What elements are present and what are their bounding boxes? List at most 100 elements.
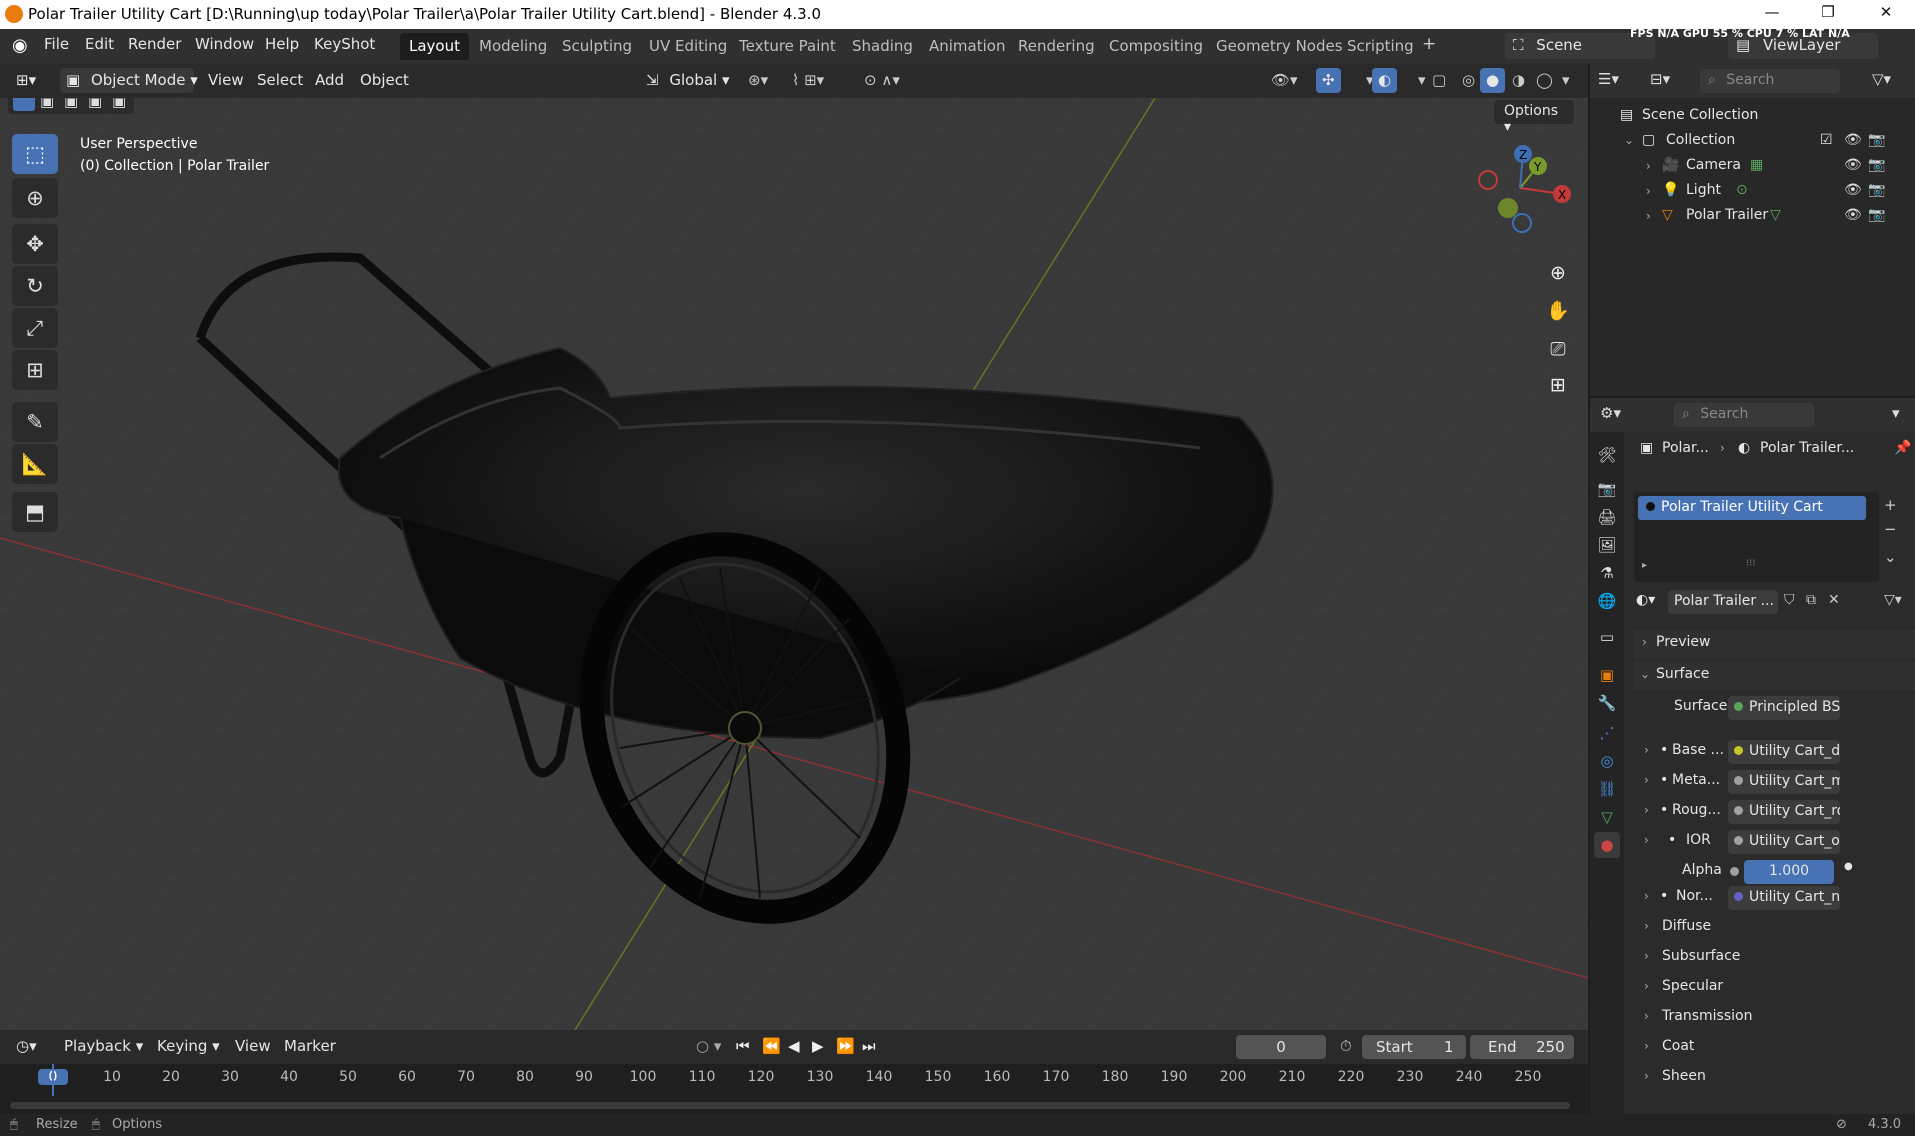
add-cube-tool-icon[interactable]: ⬒ xyxy=(12,492,58,532)
wireframe-shading-icon[interactable]: ◎ xyxy=(1456,68,1481,93)
shader-input-texture-field[interactable]: Utility Cart_dif... xyxy=(1728,740,1840,764)
collection-tab-icon[interactable]: ▭ xyxy=(1594,624,1620,650)
properties-search-input[interactable]: ⌕ Search xyxy=(1674,403,1814,427)
menu-file[interactable]: File xyxy=(44,35,69,53)
outliner-item-polar-trailer[interactable]: › ▽ Polar Trailer ▽ 👁 📷 xyxy=(1590,204,1915,229)
outliner-expand-icon[interactable]: › xyxy=(1646,159,1651,173)
filter-icon[interactable]: ▽▾ xyxy=(1872,70,1891,88)
rotate-tool-icon[interactable]: ↻ xyxy=(12,266,58,306)
outliner-item-camera[interactable]: › 🎥 Camera ▦ 👁 📷 xyxy=(1590,154,1915,179)
scale-tool-icon[interactable]: ⤢ xyxy=(12,308,58,348)
subpanel-sheen[interactable]: › Sheen xyxy=(1634,1064,1915,1092)
timeline-area[interactable]: 0102030405060708090100110120130140150160… xyxy=(0,1064,1588,1114)
maximize-button[interactable]: ❐ xyxy=(1806,3,1850,25)
shader-input-texture-field[interactable]: Utility Cart_oc... xyxy=(1728,830,1840,854)
mode-selector[interactable]: ▣ Object Mode ▾ xyxy=(60,68,198,93)
menu-window[interactable]: Window xyxy=(195,35,254,53)
list-expand-icon[interactable]: ▸ xyxy=(1642,560,1647,571)
xray-icon[interactable]: ▢ xyxy=(1426,68,1452,93)
select-subtract-icon[interactable]: ▣ xyxy=(64,98,78,110)
jump-to-end-icon[interactable]: ⏭ xyxy=(856,1034,882,1059)
3d-viewport[interactable]: ▣ ▣ ▣ ▣ ⬚ ⊕ ✥ ↻ ⤢ ⊞ ✎ 📐 ⬒ User Perspecti… xyxy=(0,98,1588,1030)
normal-texture-field[interactable]: Utility Cart_no... xyxy=(1728,886,1840,910)
outliner-expand-icon[interactable]: › xyxy=(1646,209,1651,223)
render-tab-icon[interactable]: 📷 xyxy=(1594,476,1620,502)
material-filter-icon[interactable]: ▽▾ xyxy=(1884,592,1902,608)
viewport-menu-select[interactable]: Select xyxy=(251,68,309,93)
outliner-scene-collection[interactable]: ▤ Scene Collection xyxy=(1590,104,1915,129)
collection-visibility-eye-icon[interactable]: 👁 xyxy=(1844,132,1862,148)
close-button[interactable]: ✕ xyxy=(1864,3,1908,25)
collection-checkbox[interactable]: ☑ xyxy=(1820,132,1833,148)
workspace-tab-texture-paint[interactable]: Texture Paint xyxy=(730,33,845,60)
outliner-item-light[interactable]: › 💡 Light ⊙ 👁 📷 xyxy=(1590,179,1915,204)
shader-input-texture-field[interactable]: Utility Cart_m... xyxy=(1728,770,1840,794)
shading-menu-icon[interactable]: ▾ xyxy=(1556,68,1576,93)
subpanel-coat[interactable]: › Coat xyxy=(1634,1034,1915,1062)
ortho-grid-icon[interactable]: ⊞ xyxy=(1541,368,1575,402)
preview-range-icon[interactable]: ⏱ xyxy=(1334,1034,1358,1059)
list-resize-handle[interactable]: ⁝⁝⁝ xyxy=(1746,558,1756,569)
transform-orientation[interactable]: ⇲ Global ▾ xyxy=(640,68,736,93)
select-invert-icon[interactable]: ▣ xyxy=(88,98,102,110)
display-mode-icon[interactable]: ⊟▾ xyxy=(1650,70,1670,88)
surface-shader-field[interactable]: Principled BSDF xyxy=(1728,696,1840,720)
shader-input-texture-field[interactable]: Utility Cart_ro... xyxy=(1728,800,1840,824)
timeline-menu-playback[interactable]: Playback ▾ xyxy=(58,1034,149,1059)
duplicate-material-icon[interactable]: ⧉ xyxy=(1806,592,1816,608)
workspace-tab-modeling[interactable]: Modeling xyxy=(470,33,556,60)
gizmo-neg-y[interactable] xyxy=(1498,198,1518,218)
move-tool-icon[interactable]: ✥ xyxy=(12,224,58,264)
menu-help[interactable]: Help xyxy=(265,35,299,53)
render-camera-icon[interactable]: 📷 xyxy=(1868,207,1885,223)
viewport-menu-object[interactable]: Object xyxy=(354,68,415,93)
proportional-edit-icon[interactable]: ⊙ ∧▾ xyxy=(858,68,906,93)
solid-shading-icon[interactable]: ● xyxy=(1480,68,1506,93)
workspace-tab-compositing[interactable]: Compositing xyxy=(1100,33,1212,60)
unlink-material-icon[interactable]: ✕ xyxy=(1828,592,1840,608)
zoom-icon[interactable]: ⊕ xyxy=(1541,256,1575,290)
viewport-options-button[interactable]: Options ▾ xyxy=(1494,100,1574,135)
snap-icon[interactable]: ⌇ ⊞▾ xyxy=(786,68,830,93)
current-frame-field[interactable]: 0 xyxy=(1236,1035,1326,1059)
fake-user-icon[interactable]: ⛉ xyxy=(1784,592,1795,608)
workspace-tab-sculpting[interactable]: Sculpting xyxy=(553,33,641,60)
properties-options-icon[interactable]: ▾ xyxy=(1892,404,1900,422)
gizmo-toggle-icon[interactable]: ✣ xyxy=(1316,68,1341,93)
transform-tool-icon[interactable]: ⊞ xyxy=(12,350,58,390)
output-tab-icon[interactable]: 🖨 xyxy=(1594,504,1620,530)
rendered-shading-icon[interactable]: ◯ xyxy=(1530,68,1559,93)
physics-tab-icon[interactable]: ◎ xyxy=(1594,748,1620,774)
menu-edit[interactable]: Edit xyxy=(85,35,114,53)
workspace-tab-uv-editing[interactable]: UV Editing xyxy=(640,33,736,60)
playhead-line[interactable] xyxy=(52,1064,54,1096)
subpanel-diffuse[interactable]: › Diffuse xyxy=(1634,914,1915,942)
workspace-tab-geometry-nodes[interactable]: Geometry Nodes xyxy=(1207,33,1352,60)
workspace-tab-shading[interactable]: Shading xyxy=(843,33,922,60)
measure-tool-icon[interactable]: 📐 xyxy=(12,444,58,484)
render-camera-icon[interactable]: 📷 xyxy=(1868,157,1885,173)
pan-hand-icon[interactable]: ✋ xyxy=(1541,294,1575,328)
camera-view-icon[interactable]: ⎚ xyxy=(1541,332,1575,366)
menu-render[interactable]: Render xyxy=(128,35,181,53)
play-reverse-icon[interactable]: ◀ xyxy=(782,1034,806,1059)
scene-tab-icon[interactable]: ⚗ xyxy=(1594,560,1620,586)
viewport-menu-view[interactable]: View xyxy=(202,68,250,93)
workspace-tab-rendering[interactable]: Rendering xyxy=(1009,33,1104,60)
normal-expand-icon[interactable]: › xyxy=(1644,889,1649,903)
collection-render-camera-icon[interactable]: 📷 xyxy=(1868,132,1885,148)
world-tab-icon[interactable]: 🌐 xyxy=(1594,588,1620,614)
outliner-collection[interactable]: ⌄ ▢ Collection ☑ 👁 📷 xyxy=(1590,129,1915,154)
visibility-eye-icon[interactable]: 👁 xyxy=(1844,157,1862,173)
select-tool-icon[interactable]: ⬚ xyxy=(12,134,58,174)
material-browse-icon[interactable]: ◐▾ xyxy=(1636,592,1655,608)
workspace-tab-scripting[interactable]: Scripting xyxy=(1338,33,1423,60)
visibility-icon[interactable]: 👁▾ xyxy=(1265,68,1304,93)
particles-tab-icon[interactable]: ⋰ xyxy=(1594,720,1620,746)
visibility-eye-icon[interactable]: 👁 xyxy=(1844,182,1862,198)
subpanel-subsurface[interactable]: › Subsurface xyxy=(1634,944,1915,972)
input-expand-icon[interactable]: › xyxy=(1644,773,1649,787)
menu-keyshot[interactable]: KeyShot xyxy=(314,35,375,53)
material-tab-icon[interactable]: ● xyxy=(1594,832,1620,858)
overlays-toggle-icon[interactable]: ◐ xyxy=(1372,68,1398,93)
